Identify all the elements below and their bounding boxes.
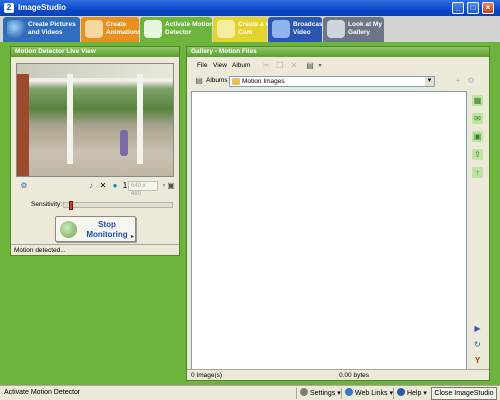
sensitivity-label: Sensitivity: bbox=[31, 201, 63, 208]
menu-view[interactable]: View bbox=[213, 62, 227, 69]
help-menu[interactable]: Help ▾ bbox=[393, 388, 427, 399]
export-icon[interactable]: ⇪ bbox=[472, 149, 483, 160]
video-toolbar: ⚙ ♪ ✕ ● 1 640 x 480 ▼ ▣ bbox=[16, 180, 176, 197]
broadcast-icon bbox=[272, 20, 290, 38]
albums-label[interactable]: Albums bbox=[206, 77, 228, 84]
close-button[interactable]: × bbox=[482, 2, 494, 14]
total-size: 0.00 bytes bbox=[339, 372, 369, 379]
album-select[interactable]: Motion Images ▼ bbox=[229, 76, 435, 87]
email-icon[interactable]: ✉ bbox=[472, 113, 483, 124]
resolution-value: 640 x 480 bbox=[131, 183, 146, 197]
delete-icon[interactable]: ✕ bbox=[289, 61, 299, 71]
copy-icon[interactable]: ❐ bbox=[275, 61, 285, 71]
microphone-icon[interactable]: ♪ bbox=[86, 181, 96, 191]
globe-icon bbox=[345, 388, 353, 396]
save-icon[interactable]: ▣ bbox=[472, 131, 483, 142]
web-links-label: Web Links ▾ bbox=[355, 390, 394, 397]
snapshot-icon[interactable]: ▣ bbox=[166, 181, 176, 191]
menu-file[interactable]: File bbox=[197, 62, 207, 69]
print-icon[interactable]: ▦ bbox=[472, 95, 483, 106]
file-list[interactable] bbox=[191, 91, 467, 370]
expand-arrow-icon: ▸ bbox=[130, 234, 134, 240]
gallery-side-toolbar: ▦ ✉ ▣ ⇪ ↑ ▶ ↻ Y bbox=[471, 91, 485, 370]
stop-monitoring-label: Stop Monitoring bbox=[86, 220, 128, 239]
close-imagestudio-button[interactable]: Close ImageStudio bbox=[431, 387, 497, 400]
gallery-icon bbox=[327, 20, 345, 38]
refresh-icon[interactable]: ↻ bbox=[472, 339, 483, 350]
tab-gallery[interactable]: Look at My Gallery bbox=[323, 17, 384, 42]
tab-label: Look at My Gallery bbox=[348, 21, 382, 36]
sensitivity-slider[interactable] bbox=[63, 201, 173, 210]
settings-label: Settings ▾ bbox=[310, 390, 341, 397]
cut-icon[interactable]: ✂ bbox=[261, 61, 271, 71]
panel-title: Gallery - Motion Files bbox=[187, 47, 489, 57]
image-count: 0 Image(s) bbox=[191, 372, 223, 379]
help-label: Help ▾ bbox=[407, 390, 427, 397]
panel-title: Motion Detector Live View bbox=[11, 47, 179, 57]
video-porch-roof bbox=[17, 64, 173, 78]
gallery-panel: Gallery - Motion Files File View Album ✂… bbox=[186, 46, 490, 381]
status-text: Activate Motion Detector bbox=[4, 389, 81, 396]
live-video-view bbox=[16, 63, 174, 177]
help-icon bbox=[397, 388, 405, 396]
settings-icon bbox=[300, 388, 308, 396]
add-album-icon[interactable]: + bbox=[453, 76, 463, 86]
film-icon bbox=[85, 20, 103, 38]
tab-label: Activate Motion Detector bbox=[165, 21, 214, 36]
motion-detector-panel: Motion Detector Live View ⚙ ♪ ✕ ● 1 640 … bbox=[10, 46, 180, 256]
tab-broadcast[interactable]: Broadcast Live Video bbox=[268, 17, 340, 42]
tab-web-cam[interactable]: Create a Web Cam bbox=[213, 17, 279, 42]
stop-motion-icon bbox=[60, 221, 77, 238]
window-title: ImageStudio bbox=[18, 3, 67, 12]
maximize-button[interactable]: □ bbox=[467, 2, 479, 14]
motion-status: Motion detected... bbox=[11, 244, 179, 255]
video-person bbox=[120, 130, 128, 156]
gallery-status-bar: 0 Image(s) 0.00 bytes bbox=[187, 369, 489, 380]
tab-create-pictures[interactable]: Create Pictures and Videos bbox=[3, 17, 80, 42]
video-post bbox=[137, 74, 143, 164]
album-options-icon[interactable]: ⚙ bbox=[466, 76, 476, 86]
tab-create-animations[interactable]: Create Animations bbox=[81, 17, 141, 42]
video-door bbox=[17, 74, 29, 176]
albums-icon[interactable]: ▤ bbox=[194, 76, 204, 86]
main-nav: Create Pictures and Videos Create Animat… bbox=[0, 16, 500, 42]
minimize-button[interactable]: _ bbox=[452, 2, 464, 14]
view-mode-icon[interactable]: ▤ bbox=[305, 61, 315, 71]
stop-monitoring-button[interactable]: Stop Monitoring ▸ bbox=[55, 216, 136, 242]
album-value: Motion Images bbox=[242, 78, 285, 85]
tab-label: Create Pictures and Videos bbox=[28, 21, 76, 36]
resolution-select[interactable]: 640 x 480 bbox=[128, 181, 158, 197]
album-bar: ▤ Albums Motion Images ▼ + ⚙ bbox=[191, 75, 487, 88]
camera-icon bbox=[7, 20, 25, 38]
slideshow-icon[interactable]: ▶ bbox=[472, 323, 483, 334]
bottom-bar: Activate Motion Detector Settings ▾ Web … bbox=[0, 385, 500, 400]
content-area: Motion Detector Live View ⚙ ♪ ✕ ● 1 640 … bbox=[0, 42, 500, 385]
running-man-icon bbox=[144, 20, 162, 38]
app-icon: 2 bbox=[4, 3, 14, 13]
web-links-menu[interactable]: Web Links ▾ bbox=[341, 388, 393, 399]
view-mode-dropdown[interactable]: ▼ bbox=[315, 61, 325, 71]
video-post bbox=[67, 74, 73, 164]
sensitivity-thumb[interactable] bbox=[69, 201, 73, 210]
album-dropdown[interactable]: ▼ bbox=[425, 77, 434, 86]
cross-icon[interactable]: ✕ bbox=[98, 181, 108, 191]
menu-album[interactable]: Album bbox=[232, 62, 250, 69]
settings-menu[interactable]: Settings ▾ bbox=[296, 388, 341, 399]
yahoo-icon[interactable]: Y bbox=[472, 355, 483, 366]
webcam-settings-icon[interactable]: ⚙ bbox=[19, 181, 29, 191]
title-bar: 2 ImageStudio _ □ × bbox=[0, 0, 500, 16]
tab-motion-detector[interactable]: Activate Motion Detector bbox=[140, 17, 214, 42]
upload-icon[interactable]: ↑ bbox=[472, 167, 483, 178]
webcam-icon bbox=[217, 20, 235, 38]
gallery-menubar: File View Album ✂ ❐ ✕ ▤ ▼ bbox=[191, 60, 487, 72]
folder-icon bbox=[232, 78, 240, 85]
globe-icon[interactable]: ● bbox=[110, 181, 120, 191]
